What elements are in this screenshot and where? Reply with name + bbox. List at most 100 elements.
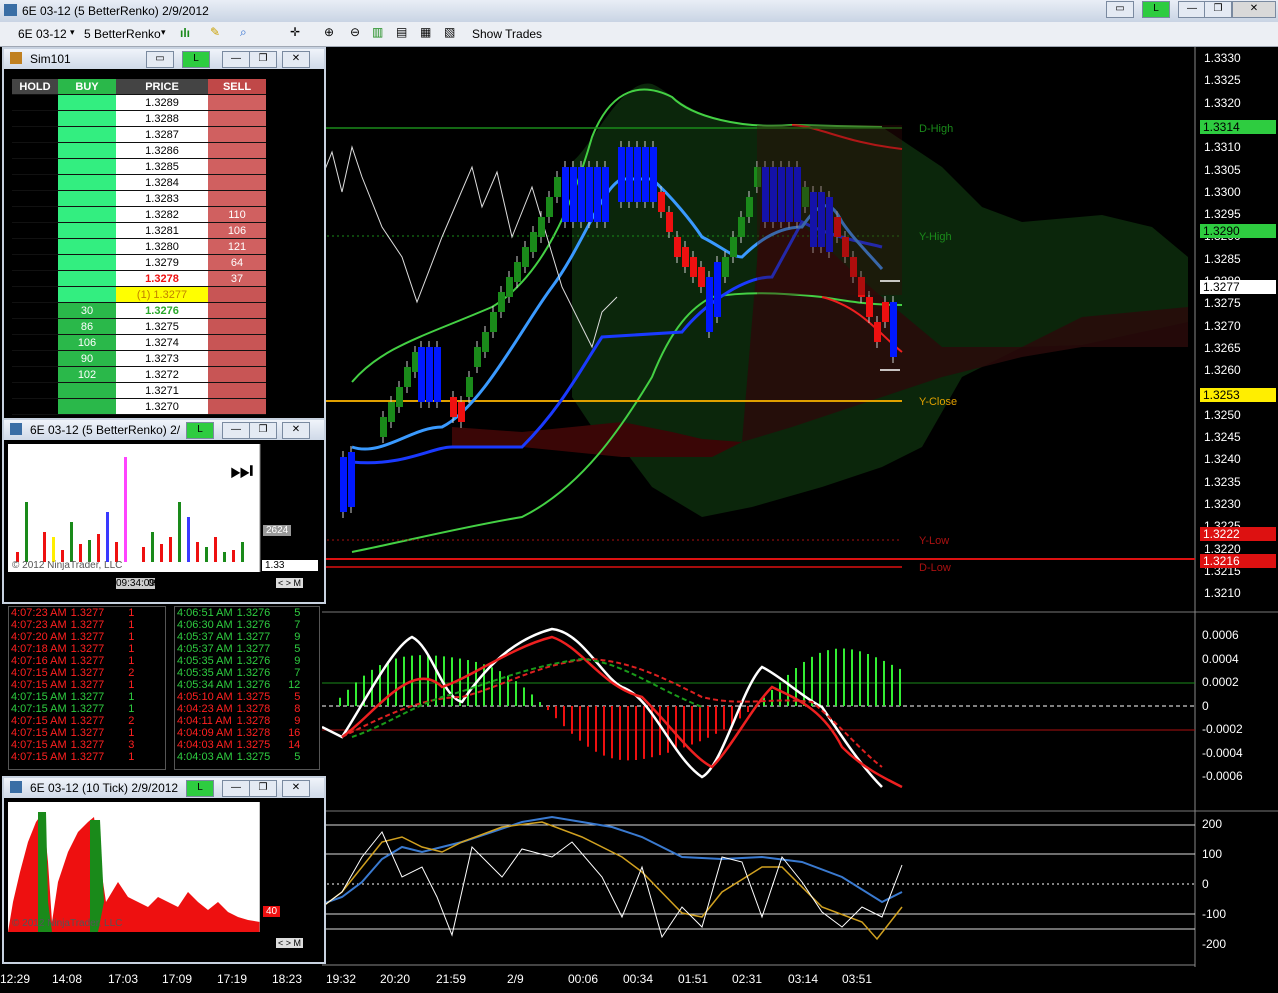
- price-cell[interactable]: 1.3283: [116, 190, 208, 207]
- sell-cell[interactable]: 37: [208, 270, 266, 287]
- maximize-button[interactable]: ❐: [1204, 1, 1232, 18]
- buy-cell[interactable]: [58, 206, 116, 223]
- play-end-icon[interactable]: ⏭: [230, 456, 253, 486]
- buy-cell[interactable]: [58, 126, 116, 143]
- hold-cell[interactable]: [12, 238, 58, 255]
- buy-cell[interactable]: 102: [58, 366, 116, 383]
- sell-cell[interactable]: [208, 190, 266, 207]
- pencil-icon[interactable]: ✎: [210, 25, 220, 39]
- tick-window[interactable]: 6E 03-12 (10 Tick) 2/9/2012 L — ❐ ✕ 400 3…: [2, 776, 326, 964]
- sell-cell[interactable]: [208, 350, 266, 367]
- price-cell[interactable]: 1.3278: [116, 270, 208, 287]
- buy-cell[interactable]: [58, 270, 116, 287]
- price-cell[interactable]: 1.3274: [116, 334, 208, 351]
- buy-cell[interactable]: [58, 398, 116, 415]
- minimize-button[interactable]: —: [222, 780, 250, 797]
- sell-cell[interactable]: [208, 126, 266, 143]
- attach-icon[interactable]: ▭: [1106, 1, 1134, 18]
- dom-row[interactable]: 1.3270: [12, 398, 266, 415]
- hold-cell[interactable]: [12, 334, 58, 351]
- dom-row[interactable]: 1.3288: [12, 110, 266, 127]
- price-cell[interactable]: 1.3286: [116, 142, 208, 159]
- price-cell[interactable]: 1.3273: [116, 350, 208, 367]
- hold-cell[interactable]: [12, 126, 58, 143]
- hold-cell[interactable]: [12, 366, 58, 383]
- sell-cell[interactable]: [208, 382, 266, 399]
- dom-row[interactable]: 1.3285: [12, 158, 266, 175]
- dom-row[interactable]: 1.3281 106: [12, 222, 266, 239]
- sell-cell[interactable]: [208, 142, 266, 159]
- price-cell[interactable]: 1.3275: [116, 318, 208, 335]
- hold-cell[interactable]: [12, 318, 58, 335]
- price-cell[interactable]: 1.3280: [116, 238, 208, 255]
- price-cell[interactable]: 1.3285: [116, 158, 208, 175]
- sell-cell[interactable]: [208, 286, 266, 303]
- sell-cell[interactable]: [208, 398, 266, 415]
- sell-cell[interactable]: [208, 318, 266, 335]
- close-button[interactable]: ✕: [282, 780, 310, 797]
- volume-window[interactable]: 6E 03-12 (5 BetterRenko) 2/9 L — ❐ ✕ ⏭ 8…: [2, 418, 326, 604]
- price-cell[interactable]: 1.3282: [116, 206, 208, 223]
- dom-row[interactable]: 1.3282 110: [12, 206, 266, 223]
- sell-cell[interactable]: [208, 334, 266, 351]
- bar-type-selector[interactable]: 5 BetterRenko: [84, 27, 161, 41]
- buy-cell[interactable]: [58, 142, 116, 159]
- close-button[interactable]: ✕: [282, 51, 310, 68]
- dom-row[interactable]: 86 1.3275: [12, 318, 266, 335]
- sell-cell[interactable]: 106: [208, 222, 266, 239]
- dom-row[interactable]: 1.3289: [12, 94, 266, 111]
- hold-cell[interactable]: [12, 174, 58, 191]
- buy-cell[interactable]: [58, 382, 116, 399]
- minimize-button[interactable]: —: [1178, 1, 1206, 18]
- zoom-icon[interactable]: ⌕: [240, 25, 247, 40]
- sell-cell[interactable]: [208, 158, 266, 175]
- dom-row[interactable]: 1.3286: [12, 142, 266, 159]
- price-cell[interactable]: 1.3288: [116, 110, 208, 127]
- strategies-icon[interactable]: ▦: [420, 25, 431, 39]
- maximize-button[interactable]: ❐: [249, 422, 277, 439]
- hold-cell[interactable]: [12, 94, 58, 111]
- bars-icon[interactable]: ılı: [180, 26, 190, 40]
- sell-cell[interactable]: 121: [208, 238, 266, 255]
- buy-cell[interactable]: 90: [58, 350, 116, 367]
- hold-cell[interactable]: [12, 302, 58, 319]
- hold-cell[interactable]: [12, 158, 58, 175]
- chevron-down-icon[interactable]: ▾: [161, 27, 166, 38]
- properties-icon[interactable]: ▥: [372, 25, 383, 39]
- maximize-button[interactable]: ❐: [249, 780, 277, 797]
- price-cell[interactable]: 1.3270: [116, 398, 208, 415]
- minimize-button[interactable]: —: [222, 422, 250, 439]
- dom-row[interactable]: 106 1.3274: [12, 334, 266, 351]
- hold-cell[interactable]: [12, 382, 58, 399]
- dom-row[interactable]: 1.3278 37: [12, 270, 266, 287]
- hold-cell[interactable]: [12, 222, 58, 239]
- hold-cell[interactable]: [12, 398, 58, 415]
- dom-row[interactable]: 90 1.3273: [12, 350, 266, 367]
- chevron-down-icon[interactable]: ▾: [70, 27, 75, 38]
- hold-cell[interactable]: [12, 270, 58, 287]
- minimize-button[interactable]: —: [222, 51, 250, 68]
- dom-row[interactable]: 1.3284: [12, 174, 266, 191]
- dom-row[interactable]: 102 1.3272: [12, 366, 266, 383]
- buy-cell[interactable]: 86: [58, 318, 116, 335]
- buy-cell[interactable]: 30: [58, 302, 116, 319]
- template-icon[interactable]: ▧: [444, 25, 455, 39]
- link-button[interactable]: L: [1142, 1, 1170, 18]
- link-button[interactable]: L: [182, 51, 210, 68]
- sell-cell[interactable]: [208, 174, 266, 191]
- hold-cell[interactable]: [12, 190, 58, 207]
- link-button[interactable]: L: [186, 780, 214, 797]
- buy-cell[interactable]: [58, 222, 116, 239]
- nav-buttons[interactable]: < > M: [276, 578, 304, 588]
- tns-right[interactable]: 4:06:51 AM 1.3276 5 4:06:30 AM 1.3276 7 4:05:3…: [174, 606, 320, 770]
- price-cell[interactable]: 1.3271: [116, 382, 208, 399]
- dom-row[interactable]: 1.3287: [12, 126, 266, 143]
- sell-cell[interactable]: [208, 366, 266, 383]
- buy-cell[interactable]: [58, 94, 116, 111]
- dom-row[interactable]: 1.3271: [12, 382, 266, 399]
- dom-row[interactable]: 1.3280 121: [12, 238, 266, 255]
- price-cell[interactable]: 1.3287: [116, 126, 208, 143]
- buy-cell[interactable]: [58, 238, 116, 255]
- sell-cell[interactable]: [208, 302, 266, 319]
- dom-window[interactable]: Sim101 ▭ L — ❐ ✕ HOLD BUY PRICE SELL 1.3…: [2, 47, 326, 423]
